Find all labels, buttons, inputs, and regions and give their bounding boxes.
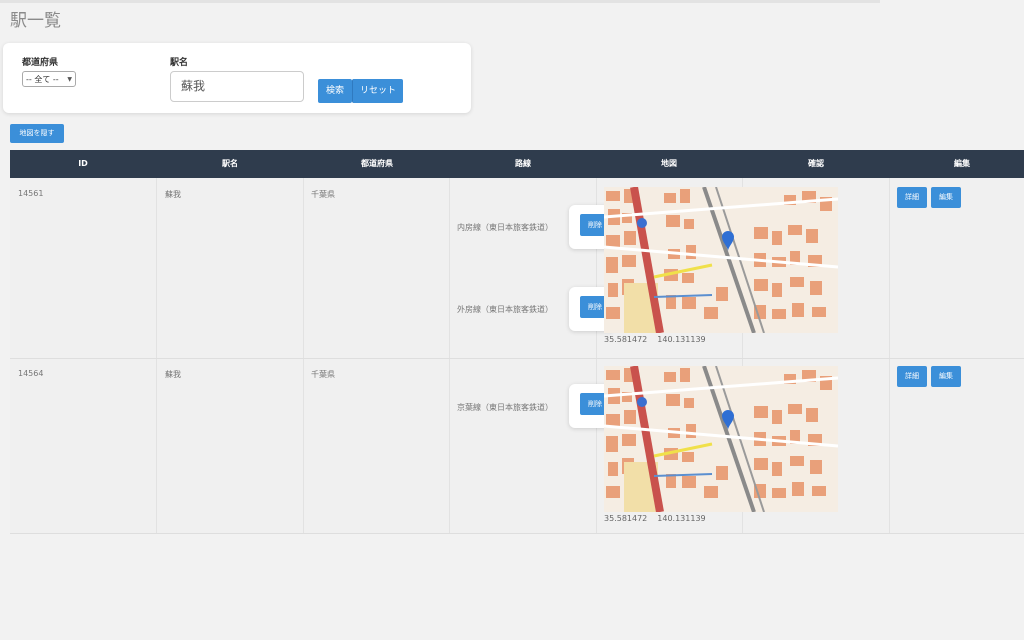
line-name: 内房線（東日本旅客鉄道） — [457, 223, 553, 232]
prefecture-select-value: -- 全て -- — [26, 75, 59, 84]
latitude: 35.581472 — [604, 514, 648, 523]
latitude: 35.581472 — [604, 335, 648, 344]
station-name-input[interactable]: 蘇我 — [170, 71, 304, 102]
map-tiles — [604, 366, 838, 512]
table-row: 14564 蘇我 千葉県 京葉線（東日本旅客鉄道） 削除 35.581472 1… — [10, 359, 1024, 534]
reset-button[interactable]: リセット — [352, 79, 403, 103]
table-header: ID 駅名 都道府県 路線 地図 確認 編集 — [10, 150, 1024, 178]
detail-button[interactable]: 詳細 — [897, 366, 927, 387]
station-id: 14561 — [18, 189, 44, 198]
column-divider — [303, 359, 304, 533]
search-button[interactable]: 検索 — [318, 79, 352, 103]
column-divider — [303, 178, 304, 358]
column-divider — [889, 359, 890, 533]
edit-button[interactable]: 編集 — [931, 187, 961, 208]
page-title: 駅一覧 — [10, 11, 61, 31]
detail-button[interactable]: 詳細 — [897, 187, 927, 208]
column-divider — [889, 178, 890, 358]
map-coordinates: 35.581472 140.131139 — [604, 514, 706, 523]
header-map: 地図 — [661, 159, 677, 168]
prefecture: 千葉県 — [311, 370, 335, 379]
header-prefecture: 都道府県 — [361, 159, 393, 168]
column-divider — [156, 359, 157, 533]
table-row: 14561 蘇我 千葉県 内房線（東日本旅客鉄道） 削除 外房線（東日本旅客鉄道… — [10, 178, 1024, 359]
station-map[interactable] — [604, 187, 838, 333]
chevron-down-icon: ▼ — [67, 76, 72, 83]
edit-button[interactable]: 編集 — [931, 366, 961, 387]
station-map[interactable] — [604, 366, 838, 512]
header-confirm: 確認 — [808, 159, 824, 168]
top-border — [0, 0, 880, 3]
line-name: 外房線（東日本旅客鉄道） — [457, 305, 553, 314]
map-coordinates: 35.581472 140.131139 — [604, 335, 706, 344]
search-panel: 都道府県 -- 全て -- ▼ 駅名 蘇我 検索 リセット — [3, 43, 471, 113]
column-divider — [449, 359, 450, 533]
prefecture-select[interactable]: -- 全て -- ▼ — [22, 71, 76, 87]
header-station: 駅名 — [222, 159, 238, 168]
station-name-label: 駅名 — [170, 58, 189, 68]
line-name: 京葉線（東日本旅客鉄道） — [457, 403, 553, 412]
column-divider — [156, 178, 157, 358]
map-tiles — [604, 187, 838, 333]
prefecture-label: 都道府県 — [22, 58, 59, 68]
station-id: 14564 — [18, 369, 44, 378]
header-edit: 編集 — [954, 159, 970, 168]
longitude: 140.131139 — [657, 335, 706, 344]
header-id: ID — [78, 159, 88, 168]
hide-map-button[interactable]: 地図を隠す — [10, 124, 64, 143]
header-line: 路線 — [515, 159, 531, 168]
prefecture: 千葉県 — [311, 190, 335, 199]
longitude: 140.131139 — [657, 514, 706, 523]
station-name: 蘇我 — [165, 190, 181, 199]
station-name: 蘇我 — [165, 370, 181, 379]
column-divider — [449, 178, 450, 358]
